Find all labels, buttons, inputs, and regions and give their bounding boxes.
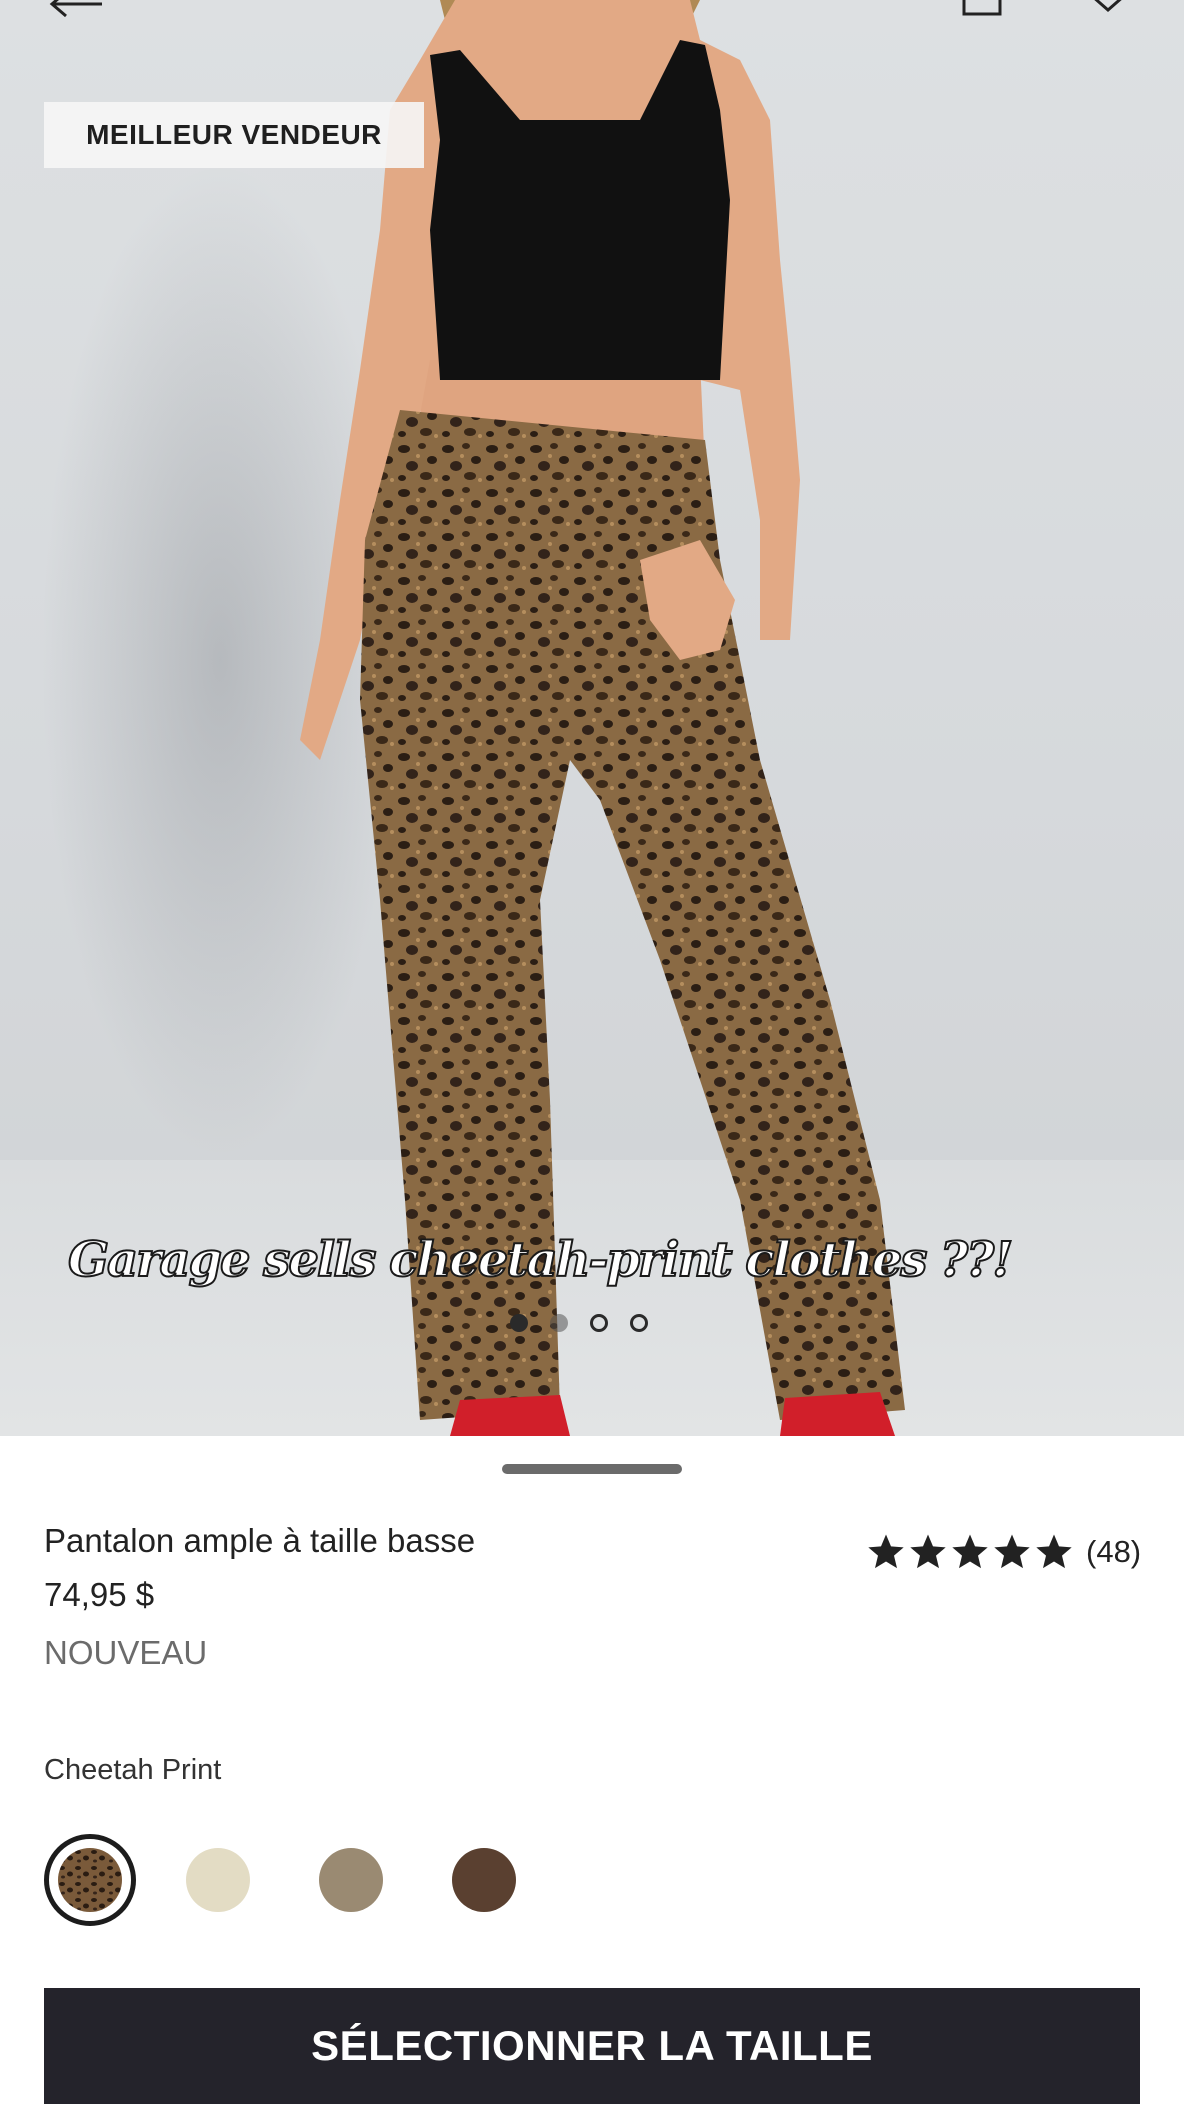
product-image-gallery[interactable]: MEILLEUR VENDEUR Garage sells cheetah-pr…: [0, 0, 1184, 1436]
shopping-bag-icon[interactable]: [962, 0, 1002, 18]
star-icon: [952, 1534, 988, 1569]
swatch-khaki[interactable]: [319, 1848, 383, 1912]
swatch-cheetah-print[interactable]: [44, 1834, 136, 1926]
select-size-button[interactable]: SÉLECTIONNER LA TAILLE: [44, 1988, 1140, 2104]
product-price: 74,95 $: [44, 1576, 155, 1613]
pagination-dot-1[interactable]: [510, 1314, 528, 1332]
star-icon: [910, 1534, 946, 1569]
color-swatches: [44, 1834, 644, 1926]
gallery-pagination: [510, 1314, 648, 1332]
heart-icon[interactable]: [1088, 0, 1128, 16]
pagination-dot-3[interactable]: [590, 1314, 608, 1332]
product-title: Pantalon ample à taille basse: [44, 1522, 476, 1559]
pagination-dot-4[interactable]: [630, 1314, 648, 1332]
product-rating[interactable]: (48): [866, 1532, 1141, 1572]
sheet-drag-handle[interactable]: [502, 1464, 682, 1474]
arrow-left-icon[interactable]: [48, 0, 104, 24]
star-icon: [868, 1534, 904, 1569]
swatch-cream[interactable]: [186, 1848, 250, 1912]
swatch-brown[interactable]: [452, 1848, 516, 1912]
video-caption: Garage sells cheetah-print clothes ??!: [67, 1231, 1014, 1289]
star-icon: [1036, 1534, 1072, 1569]
product-photo: [300, 0, 905, 1436]
selected-color-label: Cheetah Print: [44, 1754, 222, 1786]
star-icon: [994, 1534, 1030, 1569]
new-tag: NOUVEAU: [44, 1634, 208, 1671]
cheetah-swatch-icon: [58, 1848, 122, 1912]
best-seller-badge: MEILLEUR VENDEUR: [44, 102, 424, 168]
pagination-dot-2[interactable]: [550, 1314, 568, 1332]
review-count[interactable]: (48): [1086, 1534, 1141, 1570]
